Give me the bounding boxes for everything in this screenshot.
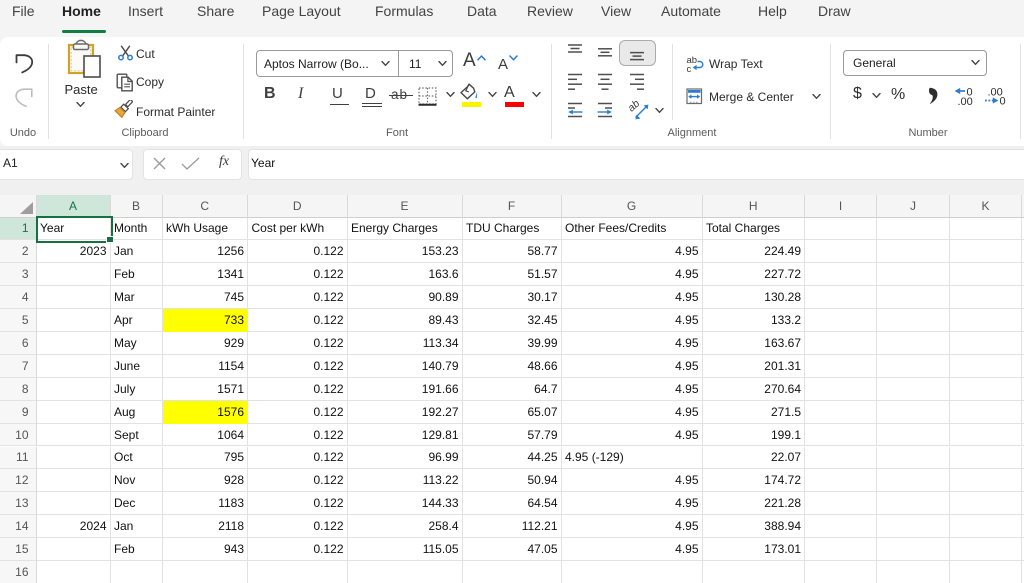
svg-text:.00: .00 [958, 96, 973, 106]
svg-text:0: 0 [1000, 96, 1006, 107]
svg-text:c: c [687, 64, 692, 73]
